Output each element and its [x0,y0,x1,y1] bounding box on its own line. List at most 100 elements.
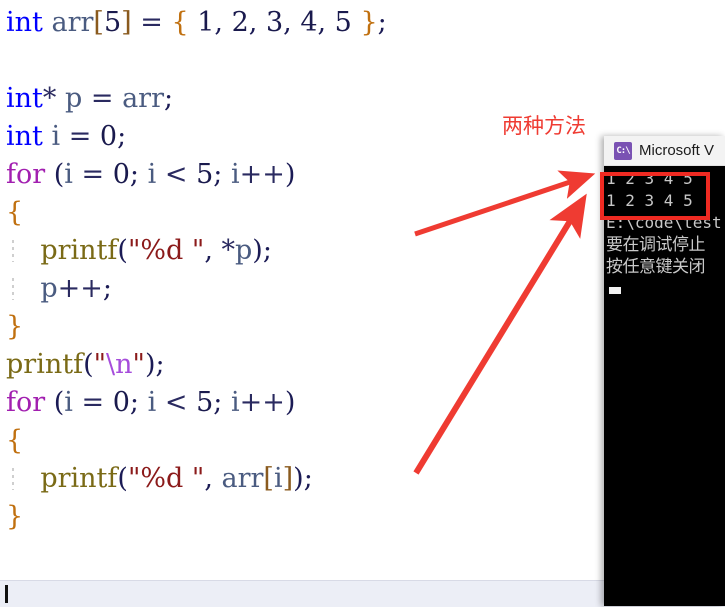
code-token: ; [117,121,127,152]
code-token: = [82,83,123,114]
code-token: 1 [188,7,215,38]
code-token: ++ [239,159,285,190]
code-token: ( [83,349,94,380]
code-token: i [51,121,61,152]
code-token: int [6,7,43,38]
code-token: } [6,311,24,342]
code-token: 3 [257,7,284,38]
code-token: i [64,159,73,190]
console-block-cursor-icon [609,287,621,294]
code-token: i [230,387,240,418]
code-token: { [6,425,24,456]
code-token: "%d " [127,463,205,494]
code-token: \n [106,349,133,380]
code-token: } [6,501,24,532]
code-token: arr [221,463,264,494]
indent-guide-icon [12,240,14,262]
code-token: ( [53,387,65,418]
code-token: ) [284,387,296,418]
code-token: < [156,387,197,418]
code-token: = [72,387,113,418]
code-token: for [6,387,46,418]
annotation-label: 两种方法 [502,114,586,138]
code-token: ++ [239,387,285,418]
code-line[interactable] [0,42,725,80]
console-output-line: 按任意键关闭 [606,257,706,277]
code-line[interactable]: int arr[5] = { 1, 2, 3, 4, 5 }; [0,4,725,42]
code-token: i [147,159,157,190]
code-token: , [283,7,292,38]
code-token: { [171,7,189,38]
code-token: " [93,349,107,380]
code-token: = [72,159,113,190]
code-token: 5 [196,387,214,418]
code-token: 5 [103,7,122,38]
code-token: ; [129,387,140,418]
code-token: for [6,159,46,190]
code-token: ; [303,463,313,494]
code-token: ; [262,235,272,266]
code-token: ; [163,83,174,114]
code-token: = [131,7,172,38]
code-token: ] [121,7,132,38]
code-token: ++ [57,273,103,304]
code-token: "%d " [127,235,205,266]
code-token: p [40,273,58,304]
code-token: [ [93,7,104,38]
code-token: ; [377,7,387,38]
code-token: , [204,463,213,494]
code-token: p [235,235,253,266]
code-token: int [6,121,43,152]
code-token: p [64,83,83,114]
code-token: i [230,159,240,190]
code-token: ; [102,273,112,304]
console-output-window[interactable]: C:\ Microsoft V 1 2 3 4 5 1 2 3 4 5 E:\cod… [604,136,725,606]
code-token: [ [263,463,274,494]
code-token: arr [51,7,94,38]
text-caret-icon [5,585,8,603]
code-token: ; [155,349,165,380]
console-output-line: 要在调试停止 [606,235,706,255]
code-token: < [156,159,197,190]
code-token: , [317,7,327,38]
console-window-title: Microsoft V [639,142,715,159]
console-output-line: E:\code\test [606,213,722,232]
code-token: ( [117,235,128,266]
code-token: ( [53,159,65,190]
code-token: } [360,7,378,38]
code-token: * [221,235,236,266]
console-output-line: 1 2 3 4 5 [606,169,693,188]
code-token: = [60,121,100,152]
code-token: i [273,463,283,494]
code-token: , [214,7,224,38]
code-token: 4 [291,7,318,38]
code-token: ) [284,159,296,190]
code-token: printf [6,349,84,380]
code-token: ; [213,159,223,190]
code-token: ] [282,463,294,494]
code-token: ) [252,235,263,266]
console-text-output: 1 2 3 4 5 1 2 3 4 5 E:\code\test 要在调试停止 按任意键… [604,166,725,294]
indent-guide-icon [12,468,14,490]
code-token: i [64,387,73,418]
indent-guide-icon [12,278,14,300]
code-token: printf [40,235,118,266]
code-token: 5 [196,159,214,190]
code-token: ) [144,349,156,380]
console-title-bar[interactable]: C:\ Microsoft V [604,136,725,166]
code-token: i [147,387,157,418]
code-token: arr [122,83,164,114]
code-token: 5 [326,7,361,38]
code-token: ; [213,387,223,418]
code-token: printf [40,463,118,494]
code-line[interactable]: int* p = arr; [0,80,725,118]
code-token: * [42,83,57,114]
